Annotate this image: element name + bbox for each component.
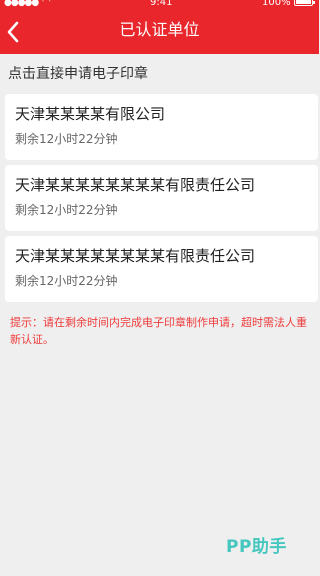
company-name: 天津某某某某有限公司 bbox=[15, 105, 166, 123]
remaining-time: 剩余12小时22分钟 bbox=[15, 132, 118, 146]
status-time: 9:41 bbox=[150, 0, 173, 8]
company-card-2[interactable]: 天津某某某某某某某某有限责任公司 剩余12小时22分钟 bbox=[5, 165, 318, 231]
battery-percentage: 100% bbox=[262, 0, 291, 8]
instruction-text: 点击直接申请电子印章 bbox=[8, 66, 148, 82]
tip-message: 提示：请在剩余时间内完成电子印章制作申请，超时需法人重新认证。 bbox=[10, 316, 307, 346]
status-bar: ●●●●● ◠ 9:41 100% bbox=[0, 0, 319, 11]
battery-icon bbox=[294, 0, 315, 6]
app-header: ●●●●● ◠ 9:41 100% 已认证单位 bbox=[0, 0, 319, 54]
company-card-1[interactable]: 天津某某某某有限公司 剩余12小时22分钟 bbox=[5, 94, 318, 160]
remaining-time: 剩余12小时22分钟 bbox=[15, 274, 118, 288]
pp-assistant-watermark: PP助手 bbox=[226, 537, 287, 557]
page-title: 已认证单位 bbox=[119, 20, 200, 39]
company-name: 天津某某某某某某某某有限责任公司 bbox=[15, 247, 256, 265]
company-card-3[interactable]: 天津某某某某某某某某有限责任公司 剩余12小时22分钟 bbox=[5, 236, 318, 302]
signal-strength: ●●●●● bbox=[4, 0, 39, 8]
wifi-icon: ◠ bbox=[42, 0, 51, 7]
company-name: 天津某某某某某某某某有限责任公司 bbox=[15, 176, 256, 194]
remaining-time: 剩余12小时22分钟 bbox=[15, 203, 118, 217]
